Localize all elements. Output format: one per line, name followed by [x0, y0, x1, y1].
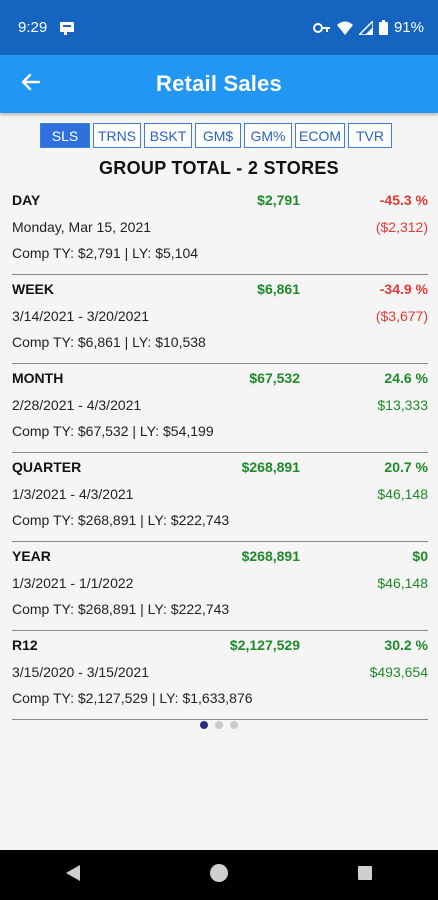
row-r12[interactable]: R12 $2,127,529 30.2 % 3/15/2020 - 3/15/2…	[12, 631, 428, 720]
change-amount: $493,654	[369, 664, 428, 680]
back-triangle-icon	[65, 864, 81, 887]
date-range: 3/15/2020 - 3/15/2021	[12, 664, 150, 680]
change-percent: -34.9 %	[379, 281, 428, 297]
tab-ecom[interactable]: ECOM	[295, 123, 345, 148]
comp-values: Comp TY: $268,891 | LY: $222,743	[12, 601, 230, 617]
battery-level: 91%	[393, 19, 424, 36]
tab-gm-percent[interactable]: GM%	[244, 123, 292, 148]
row-day[interactable]: DAY $2,791 -45.3 % Monday, Mar 15, 2021 …	[12, 186, 428, 275]
page-dot-3[interactable]	[230, 721, 238, 729]
sales-amount: $2,791	[257, 192, 300, 208]
sales-amount: $6,861	[257, 281, 300, 297]
page-indicator	[0, 721, 438, 729]
change-percent: 24.6 %	[384, 370, 428, 386]
date-range: 1/3/2021 - 4/3/2021	[12, 486, 134, 502]
sales-list: DAY $2,791 -45.3 % Monday, Mar 15, 2021 …	[12, 186, 428, 720]
change-amount: $13,333	[377, 397, 428, 413]
date-range: 1/3/2021 - 1/1/2022	[12, 575, 134, 591]
tab-sls[interactable]: SLS	[40, 123, 90, 148]
date-range: Monday, Mar 15, 2021	[12, 219, 152, 235]
vpn-key-icon	[312, 21, 331, 35]
battery-icon	[378, 20, 388, 35]
date-range: 2/28/2021 - 4/3/2021	[12, 397, 142, 413]
date-range: 3/14/2021 - 3/20/2021	[12, 308, 150, 324]
group-title: GROUP TOTAL - 2 STORES	[99, 158, 339, 178]
page-title: Retail Sales	[156, 71, 282, 96]
period-label: MONTH	[12, 370, 64, 386]
signal-icon	[358, 20, 373, 35]
change-amount: $46,148	[377, 486, 428, 502]
period-label: QUARTER	[12, 459, 82, 475]
comp-values: Comp TY: $2,791 | LY: $5,104	[12, 245, 199, 261]
tab-tvr[interactable]: TVR	[348, 123, 392, 148]
change-amount: ($2,312)	[375, 219, 428, 235]
nav-back-button[interactable]	[43, 855, 103, 895]
status-time: 9:29	[18, 19, 48, 36]
tab-gm-dollar[interactable]: GM$	[195, 123, 241, 148]
nav-recents-button[interactable]	[335, 855, 395, 895]
app-bar: Retail Sales	[0, 55, 438, 113]
comp-values: Comp TY: $67,532 | LY: $54,199	[12, 423, 214, 439]
page-dot-1[interactable]	[200, 721, 208, 729]
row-quarter[interactable]: QUARTER $268,891 20.7 % 1/3/2021 - 4/3/2…	[12, 453, 428, 542]
home-circle-icon	[209, 863, 229, 888]
change-percent: -45.3 %	[379, 192, 428, 208]
change-percent: $0	[412, 548, 428, 564]
tab-trns[interactable]: TRNS	[93, 123, 141, 148]
notification-icon	[59, 20, 75, 36]
sales-amount: $2,127,529	[229, 637, 300, 653]
system-nav-bar	[0, 850, 438, 900]
metric-tabs: SLS TRNS BSKT GM$ GM% ECOM TVR	[40, 123, 392, 148]
comp-values: Comp TY: $6,861 | LY: $10,538	[12, 334, 206, 350]
change-amount: ($3,677)	[375, 308, 428, 324]
row-week[interactable]: WEEK $6,861 -34.9 % 3/14/2021 - 3/20/202…	[12, 275, 428, 364]
change-amount: $46,148	[377, 575, 428, 591]
comp-values: Comp TY: $2,127,529 | LY: $1,633,876	[12, 690, 253, 706]
period-label: WEEK	[12, 281, 54, 297]
back-button[interactable]	[16, 69, 46, 99]
status-bar: 9:29 91%	[0, 0, 438, 55]
period-label: DAY	[12, 192, 41, 208]
comp-values: Comp TY: $268,891 | LY: $222,743	[12, 512, 230, 528]
sales-amount: $268,891	[241, 459, 300, 475]
row-month[interactable]: MONTH $67,532 24.6 % 2/28/2021 - 4/3/202…	[12, 364, 428, 453]
change-percent: 20.7 %	[384, 459, 428, 475]
period-label: YEAR	[12, 548, 51, 564]
arrow-left-icon	[21, 72, 41, 97]
recents-square-icon	[357, 865, 373, 886]
tab-bskt[interactable]: BSKT	[144, 123, 192, 148]
page-dot-2[interactable]	[215, 721, 223, 729]
period-label: R12	[12, 637, 38, 653]
wifi-icon	[336, 21, 353, 35]
change-percent: 30.2 %	[384, 637, 428, 653]
row-year[interactable]: YEAR $268,891 $0 1/3/2021 - 1/1/2022 $46…	[12, 542, 428, 631]
nav-home-button[interactable]	[189, 855, 249, 895]
sales-amount: $67,532	[249, 370, 300, 386]
sales-amount: $268,891	[241, 548, 300, 564]
